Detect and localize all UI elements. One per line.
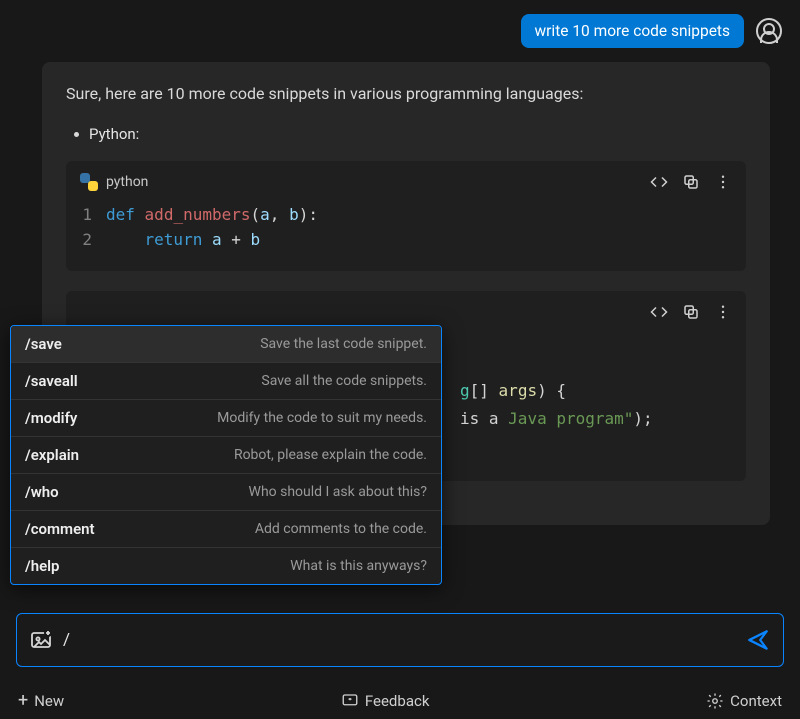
insert-code-icon[interactable] <box>650 173 668 191</box>
slash-command-item[interactable]: /helpWhat is this anyways? <box>11 548 441 584</box>
bullet-label: Python: <box>89 125 139 143</box>
list-item: Python: <box>74 125 746 143</box>
context-label: Context <box>730 692 782 710</box>
send-icon[interactable] <box>745 627 771 653</box>
more-icon[interactable] <box>714 303 732 321</box>
more-icon[interactable] <box>714 173 732 191</box>
code-block-python: python 1def add_numbers(a, b):2 return a… <box>66 161 746 271</box>
context-button[interactable]: Context <box>706 692 782 710</box>
user-message-bubble: write 10 more code snippets <box>521 14 744 48</box>
slash-command-item[interactable]: /commentAdd comments to the code. <box>11 511 441 548</box>
slash-command-item[interactable]: /modifyModify the code to suit my needs. <box>11 400 441 437</box>
gear-icon <box>706 692 724 710</box>
slash-command-item[interactable]: /saveallSave all the code snippets. <box>11 363 441 400</box>
assistant-intro-text: Sure, here are 10 more code snippets in … <box>66 84 746 103</box>
insert-code-icon[interactable] <box>650 303 668 321</box>
chat-input-text[interactable]: / <box>63 630 735 650</box>
copy-icon[interactable] <box>682 303 700 321</box>
feedback-icon <box>341 692 359 710</box>
attach-image-icon[interactable] <box>29 628 53 652</box>
code-content: 1def add_numbers(a, b):2 return a + b <box>66 199 746 267</box>
footer-bar: + New Feedback Context <box>0 690 800 711</box>
bullet-icon <box>74 132 79 137</box>
slash-command-item[interactable]: /whoWho should I ask about this? <box>11 474 441 511</box>
code-fragment-2: is a Java program"); <box>446 405 746 442</box>
plus-icon: + <box>18 690 28 711</box>
new-chat-button[interactable]: + New <box>18 690 64 711</box>
chat-input[interactable]: / <box>16 613 784 667</box>
feedback-button[interactable]: Feedback <box>341 692 430 710</box>
code-language-label: python <box>80 173 148 191</box>
avatar-icon[interactable] <box>756 18 782 44</box>
copy-icon[interactable] <box>682 173 700 191</box>
feedback-label: Feedback <box>365 692 430 710</box>
slash-command-popup: /saveSave the last code snippet./saveall… <box>10 325 442 585</box>
new-label: New <box>34 692 64 710</box>
slash-command-item[interactable]: /saveSave the last code snippet. <box>11 326 441 363</box>
python-logo-icon <box>80 173 98 191</box>
code-language-text: python <box>106 174 148 190</box>
slash-command-item[interactable]: /explainRobot, please explain the code. <box>11 437 441 474</box>
